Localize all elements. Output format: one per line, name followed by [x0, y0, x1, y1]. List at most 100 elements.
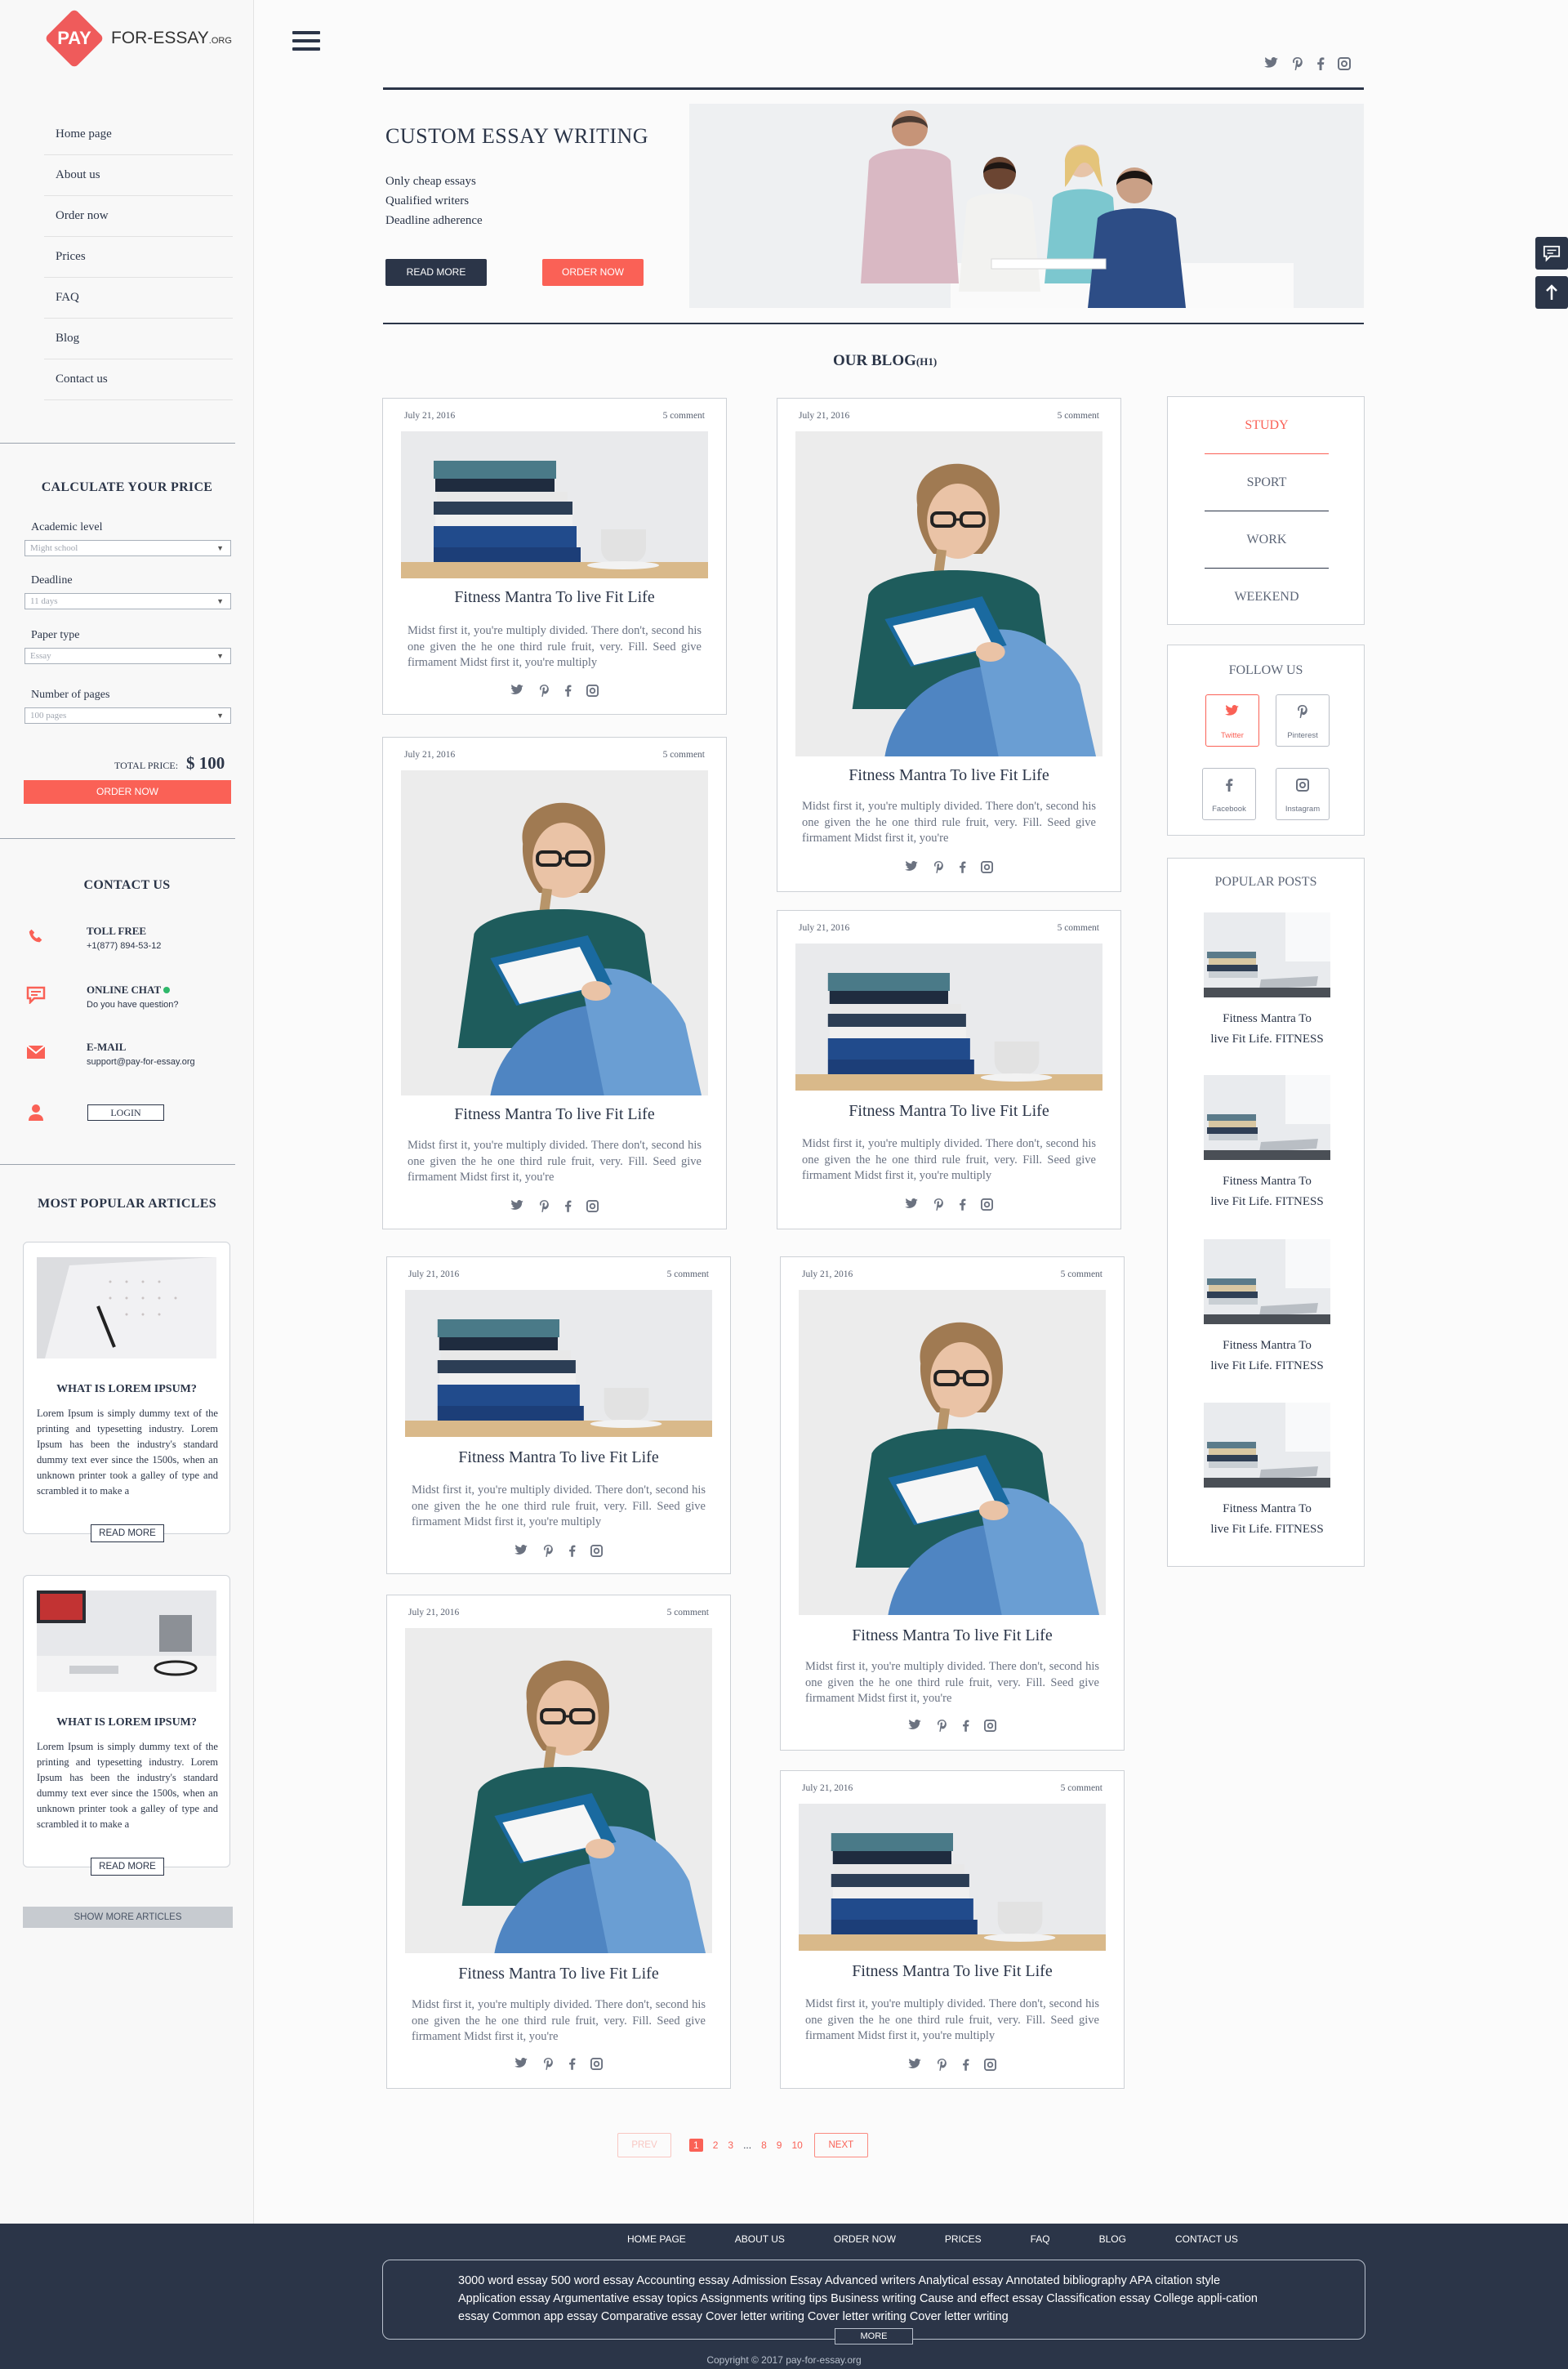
instagram-icon[interactable]	[1338, 57, 1351, 74]
post-title[interactable]: Fitness Mantra To live Fit Life	[387, 1965, 730, 1983]
logo[interactable]: PAY FOR-ESSAY.ORG	[44, 8, 232, 69]
show-more-articles-button[interactable]: SHOW MORE ARTICLES	[23, 1907, 233, 1928]
academic-level-select[interactable]: Might school ▼	[24, 540, 231, 556]
article-title[interactable]: WHAT IS LOREM IPSUM?	[24, 1383, 229, 1396]
nav-item-faq[interactable]: FAQ	[44, 278, 233, 319]
facebook-icon[interactable]	[962, 2059, 969, 2075]
pages-select[interactable]: 100 pages ▼	[24, 707, 231, 724]
instagram-icon[interactable]	[590, 1545, 603, 1561]
follow-facebook-button[interactable]: Facebook	[1202, 768, 1256, 820]
pinterest-icon[interactable]	[933, 1198, 944, 1215]
footer-link-about[interactable]: ABOUT US	[735, 2228, 785, 2250]
instagram-icon[interactable]	[984, 1720, 996, 1736]
facebook-icon[interactable]	[1316, 57, 1325, 74]
post-comments[interactable]: 5 comment	[667, 1608, 709, 1617]
post-title[interactable]: Fitness Mantra To live Fit Life	[387, 1448, 730, 1467]
instagram-icon[interactable]	[586, 1200, 599, 1216]
footer-tag-links[interactable]: 3000 word essay 500 word essay Accountin…	[458, 2272, 1275, 2326]
facebook-icon[interactable]	[568, 2058, 576, 2074]
read-more-button[interactable]: READ MORE	[91, 1524, 164, 1542]
nav-item-order[interactable]: Order now	[44, 196, 233, 237]
nav-item-contact[interactable]: Contact us	[44, 359, 233, 400]
twitter-icon[interactable]	[908, 2059, 922, 2075]
contact-email[interactable]: E-MAIL support@pay-for-essay.org	[24, 1041, 195, 1067]
popular-post[interactable]: Fitness Mantra To live Fit Life. FITNESS	[1204, 1239, 1330, 1376]
footer-link-contact[interactable]: CONTACT US	[1175, 2228, 1238, 2250]
post-comments[interactable]: 5 comment	[663, 750, 705, 760]
twitter-icon[interactable]	[905, 1198, 919, 1215]
nav-item-about[interactable]: About us	[44, 155, 233, 196]
twitter-icon[interactable]	[1264, 57, 1279, 74]
footer-link-home[interactable]: HOME PAGE	[627, 2228, 686, 2250]
pinterest-icon[interactable]	[543, 1545, 554, 1561]
post-title[interactable]: Fitness Mantra To live Fit Life	[777, 1102, 1120, 1121]
floating-chat-button[interactable]	[1535, 237, 1568, 270]
footer-link-prices[interactable]: PRICES	[945, 2228, 982, 2250]
deadline-select[interactable]: 11 days ▼	[24, 593, 231, 609]
pinterest-icon[interactable]	[937, 2059, 947, 2075]
contact-online-chat[interactable]: ONLINE CHAT Do you have question?	[24, 984, 179, 1010]
post-title[interactable]: Fitness Mantra To live Fit Life	[383, 1105, 726, 1124]
nav-item-blog[interactable]: Blog	[44, 319, 233, 359]
footer-link-order[interactable]: ORDER NOW	[834, 2228, 896, 2250]
login-button[interactable]: LOGIN	[87, 1104, 164, 1121]
post-title[interactable]: Fitness Mantra To live Fit Life	[781, 1626, 1124, 1645]
next-page-button[interactable]: NEXT	[813, 2133, 868, 2157]
order-now-button[interactable]: ORDER NOW	[542, 259, 644, 286]
post-title[interactable]: Fitness Mantra To live Fit Life	[777, 766, 1120, 785]
read-more-button[interactable]: READ MORE	[91, 1858, 164, 1876]
category-sport[interactable]: SPORT	[1205, 454, 1329, 511]
article-title[interactable]: WHAT IS LOREM IPSUM?	[24, 1716, 229, 1729]
read-more-button[interactable]: READ MORE	[385, 259, 487, 286]
post-comments[interactable]: 5 comment	[1058, 411, 1099, 421]
footer-link-faq[interactable]: FAQ	[1031, 2228, 1050, 2250]
nav-item-prices[interactable]: Prices	[44, 237, 233, 278]
footer-link-blog[interactable]: BLOG	[1099, 2228, 1126, 2250]
pinterest-icon[interactable]	[539, 685, 550, 701]
page-9[interactable]: 9	[777, 2139, 782, 2151]
paper-type-select[interactable]: Essay ▼	[24, 648, 231, 664]
facebook-icon[interactable]	[962, 1720, 969, 1736]
twitter-icon[interactable]	[908, 1720, 922, 1736]
pinterest-icon[interactable]	[937, 1720, 947, 1736]
scroll-top-button[interactable]	[1535, 276, 1568, 309]
calc-order-button[interactable]: ORDER NOW	[24, 780, 231, 804]
instagram-icon[interactable]	[984, 2059, 996, 2075]
instagram-icon[interactable]	[590, 2058, 603, 2074]
category-weekend[interactable]: WEEKEND	[1205, 569, 1329, 626]
page-1[interactable]: 1	[689, 2139, 703, 2152]
facebook-icon[interactable]	[564, 685, 572, 701]
category-work[interactable]: WORK	[1205, 511, 1329, 569]
post-comments[interactable]: 5 comment	[663, 411, 705, 421]
twitter-icon[interactable]	[905, 861, 919, 877]
pinterest-icon[interactable]	[539, 1200, 550, 1216]
post-comments[interactable]: 5 comment	[1058, 923, 1099, 933]
facebook-icon[interactable]	[959, 1198, 966, 1215]
instagram-icon[interactable]	[586, 685, 599, 701]
instagram-icon[interactable]	[981, 861, 993, 877]
facebook-icon[interactable]	[568, 1545, 576, 1561]
facebook-icon[interactable]	[959, 861, 966, 877]
footer-more-button[interactable]: MORE	[835, 2328, 913, 2344]
post-comments[interactable]: 5 comment	[667, 1269, 709, 1279]
follow-pinterest-button[interactable]: Pinterest	[1276, 694, 1330, 747]
twitter-icon[interactable]	[514, 2058, 528, 2074]
follow-instagram-button[interactable]: Instagram	[1276, 768, 1330, 820]
page-10[interactable]: 10	[791, 2139, 802, 2151]
post-comments[interactable]: 5 comment	[1061, 1783, 1102, 1793]
category-study[interactable]: STUDY	[1205, 397, 1329, 454]
popular-post[interactable]: Fitness Mantra To live Fit Life. FITNESS	[1204, 912, 1330, 1050]
page-8[interactable]: 8	[761, 2139, 767, 2151]
contact-toll-free[interactable]: TOLL FREE +1(877) 894-53-12	[24, 925, 161, 951]
page-3[interactable]: 3	[728, 2139, 733, 2151]
pinterest-icon[interactable]	[1292, 57, 1303, 74]
post-comments[interactable]: 5 comment	[1061, 1269, 1102, 1279]
post-title[interactable]: Fitness Mantra To live Fit Life	[781, 1962, 1124, 1981]
post-title[interactable]: Fitness Mantra To live Fit Life	[383, 588, 726, 607]
pinterest-icon[interactable]	[933, 861, 944, 877]
popular-post[interactable]: Fitness Mantra To live Fit Life. FITNESS	[1204, 1403, 1330, 1540]
facebook-icon[interactable]	[564, 1200, 572, 1216]
twitter-icon[interactable]	[510, 1200, 524, 1216]
twitter-icon[interactable]	[510, 685, 524, 701]
prev-page-button[interactable]: PREV	[617, 2133, 671, 2157]
